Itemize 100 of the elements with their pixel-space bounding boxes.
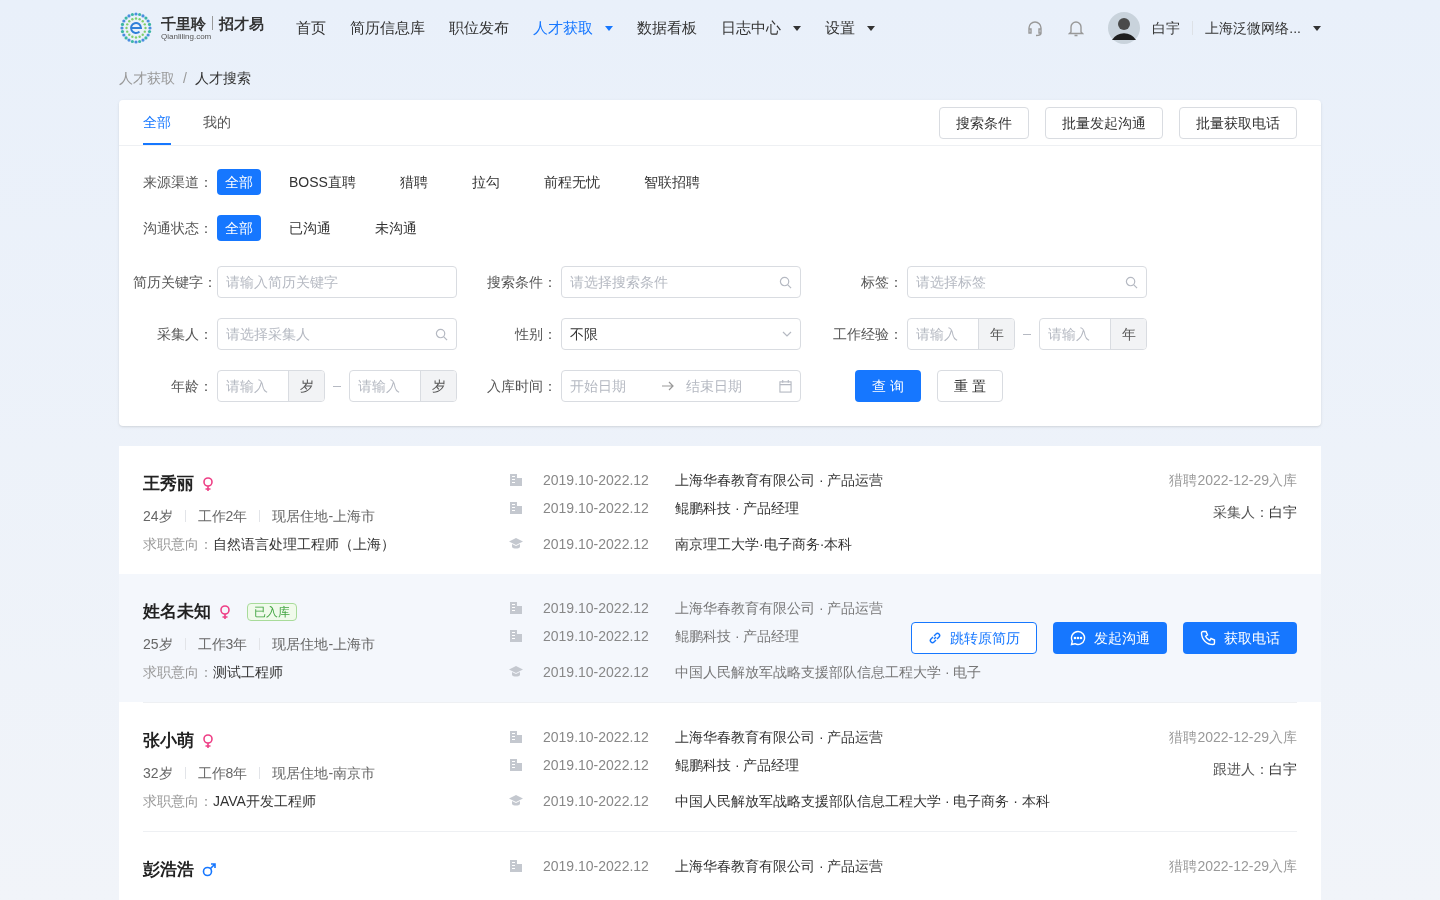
- filter-option[interactable]: 拉勾: [463, 169, 508, 195]
- intention-label: 求职意向：: [143, 535, 213, 554]
- experience-text: 工作3年: [197, 635, 248, 654]
- building-icon: [509, 859, 523, 873]
- nav-item[interactable]: 数据看板: [637, 16, 697, 40]
- reset-button[interactable]: 重 置: [937, 370, 1003, 402]
- search-field[interactable]: 请选择搜索条件: [561, 266, 801, 298]
- period-text: 2019.10-2022.12: [543, 627, 650, 646]
- nav-item[interactable]: 日志中心: [721, 16, 801, 40]
- period-text: 2019.10-2022.12: [543, 857, 650, 876]
- period-text: 2019.10-2022.12: [543, 756, 650, 775]
- number-input[interactable]: 请输入: [908, 324, 978, 344]
- filter-option[interactable]: 未沟通: [367, 215, 425, 241]
- nav-item[interactable]: 简历信息库: [350, 16, 425, 40]
- number-field[interactable]: 请输入 岁: [349, 370, 457, 402]
- filter-option[interactable]: 全部: [217, 169, 261, 195]
- owner-label: 跟进人：: [1213, 760, 1269, 779]
- number-input[interactable]: 请输入: [350, 376, 420, 396]
- history-text: 上海华春教育有限公司 · 产品运营: [675, 857, 884, 876]
- logo-domain: Qianliling.com: [161, 32, 213, 41]
- tab[interactable]: 我的: [203, 100, 231, 145]
- female-icon: [202, 733, 214, 749]
- caret-icon: [867, 25, 875, 31]
- age-text: 32岁: [143, 764, 173, 783]
- chat-icon: [1070, 630, 1086, 646]
- nav-item[interactable]: 职位发布: [449, 16, 509, 40]
- caret-icon: [1313, 25, 1321, 31]
- phone-button[interactable]: 获取电话: [1183, 622, 1297, 654]
- search-input[interactable]: 请选择搜索条件: [570, 272, 770, 292]
- field-label: 搜索条件：: [486, 273, 558, 292]
- query-button[interactable]: 查 询: [855, 370, 921, 402]
- intention-label: 求职意向：: [143, 792, 213, 811]
- location-text: 现居住地-上海市: [272, 507, 376, 526]
- company-name[interactable]: 上海泛微网络...: [1205, 18, 1321, 38]
- tab[interactable]: 全部: [143, 100, 171, 145]
- calendar-icon: [779, 379, 792, 393]
- status-tag: 已入库: [247, 603, 297, 621]
- field-label: 工作经验：: [832, 325, 904, 344]
- filter-option[interactable]: BOSS直聘: [281, 169, 364, 195]
- number-input[interactable]: 请输入: [218, 376, 288, 396]
- history-text: 南京理工大学·电子商务·本科: [675, 535, 853, 554]
- input-field[interactable]: 请输入简历关键字: [217, 266, 457, 298]
- breadcrumb-item: 人才搜索: [194, 69, 251, 88]
- filter-option[interactable]: 智联招聘: [635, 169, 708, 195]
- field-label: 性别：: [513, 325, 558, 344]
- toolbar-button[interactable]: 搜索条件: [939, 106, 1029, 139]
- intention-text: JAVA开发工程师: [213, 792, 316, 811]
- number-input[interactable]: 请输入: [1040, 324, 1110, 344]
- bell-icon[interactable]: [1068, 19, 1085, 37]
- history-text: 鲲鹏科技 · 产品经理: [675, 499, 800, 518]
- end-date-text: 结束日期: [686, 377, 743, 396]
- select-field[interactable]: 不限: [561, 318, 801, 350]
- owner-label: 采集人：: [1213, 503, 1269, 522]
- unit-addon: 年: [978, 319, 1014, 349]
- filter-option[interactable]: 已沟通: [281, 215, 339, 241]
- search-input[interactable]: 请选择标签: [916, 272, 1116, 292]
- breadcrumb-separator: /: [183, 69, 187, 88]
- candidate-name: 王秀丽: [143, 473, 194, 496]
- filter-option[interactable]: 猎聘: [391, 169, 436, 195]
- graduation-cap-icon: [509, 666, 523, 678]
- search-input[interactable]: 请选择采集人: [226, 324, 426, 344]
- building-icon: [509, 501, 523, 515]
- open-resume-button[interactable]: 跳转原简历: [911, 622, 1037, 654]
- filter-label: 来源渠道：: [143, 173, 214, 192]
- age-text: 25岁: [143, 635, 173, 654]
- avatar[interactable]: [1108, 12, 1141, 44]
- search-field[interactable]: 请选择采集人: [217, 318, 457, 350]
- source-text: 猎聘2022-12-29入库: [1169, 471, 1297, 490]
- nav-item[interactable]: 人才获取: [533, 16, 613, 40]
- source-text: 猎聘2022-12-29入库: [1169, 857, 1297, 876]
- filter-option[interactable]: 全部: [217, 215, 261, 241]
- nav-item[interactable]: 设置: [825, 16, 875, 40]
- history-text: 上海华春教育有限公司 · 产品运营: [675, 599, 884, 618]
- search-field[interactable]: 请选择标签: [907, 266, 1147, 298]
- history-text: 中国人民解放军战略支援部队信息工程大学 · 电子: [675, 663, 982, 682]
- user-name[interactable]: 白宇: [1152, 18, 1181, 38]
- filter-option[interactable]: 前程无忧: [535, 169, 608, 195]
- age-text: 24岁: [143, 507, 173, 526]
- history-text: 鲲鹏科技 · 产品经理: [675, 627, 800, 646]
- headset-icon[interactable]: [1026, 19, 1045, 37]
- unit-addon: 年: [1110, 319, 1146, 349]
- owner-name: 白宇: [1269, 503, 1297, 522]
- building-icon: [509, 730, 523, 744]
- filter-label: 沟通状态：: [143, 219, 214, 238]
- number-field[interactable]: 请输入 年: [1039, 318, 1147, 350]
- nav-item[interactable]: 首页: [296, 16, 326, 40]
- number-field[interactable]: 请输入 年: [907, 318, 1015, 350]
- toolbar-button[interactable]: 批量发起沟通: [1045, 106, 1163, 139]
- field-label: 采集人：: [156, 325, 214, 344]
- intention-text: 自然语言处理工程师（上海）: [213, 535, 395, 554]
- field-label: 年龄：: [170, 377, 214, 396]
- experience-text: 工作2年: [197, 507, 248, 526]
- period-text: 2019.10-2022.12: [543, 792, 650, 811]
- history-text: 上海华春教育有限公司 · 产品运营: [675, 728, 884, 747]
- toolbar-button[interactable]: 批量获取电话: [1179, 106, 1297, 139]
- period-text: 2019.10-2022.12: [543, 728, 650, 747]
- chat-button[interactable]: 发起沟通: [1053, 622, 1167, 654]
- period-text: 2019.10-2022.12: [543, 599, 650, 618]
- number-field[interactable]: 请输入 岁: [217, 370, 325, 402]
- logo-product: 招才易: [219, 15, 264, 31]
